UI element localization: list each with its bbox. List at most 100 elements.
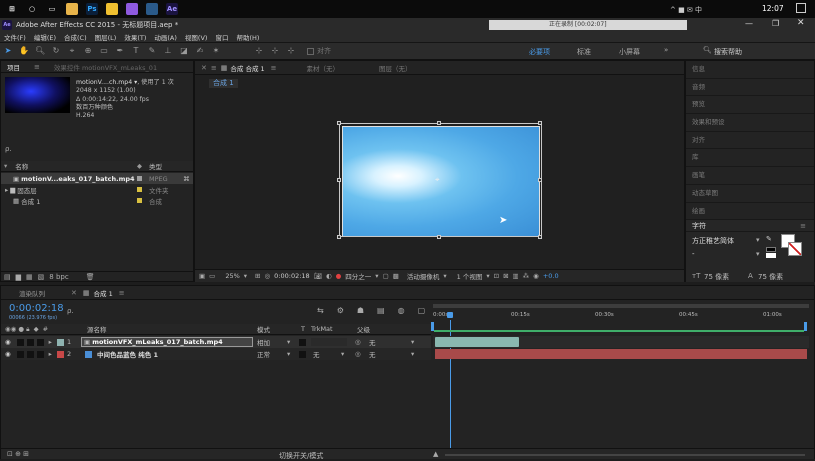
trkmat-arrow-icon[interactable]: ▾ [341,350,344,358]
column-type[interactable]: 类型 [149,161,162,171]
delete-icon[interactable]: 🗑︎ [86,273,95,281]
panel-effects-presets[interactable]: 效果和预设 [686,114,814,132]
transform-handle[interactable] [538,121,542,125]
current-time[interactable]: 0:00:02:18 [9,303,64,314]
layer-parent[interactable]: 无 [369,337,376,347]
reset-exposure-icon[interactable]: ◉ [533,272,539,280]
roto-brush-tool-icon[interactable]: ✍ [195,46,205,56]
pan-behind-tool-icon[interactable]: ⊕ [83,46,93,56]
layer-row[interactable]: ◉ ▸ 1 ▣ motionVFX_mLeaks_017_batch.mp4 相… [1,336,431,348]
panel-info[interactable]: 信息 [686,61,814,79]
system-tray[interactable]: ^ ■ ✉ 中 [670,5,702,15]
menu-effect[interactable]: 效果(T) [124,32,146,42]
menu-icon[interactable]: ≡ [211,64,217,72]
after-effects-icon[interactable]: Ae [166,3,178,15]
parent-arrow-icon[interactable]: ▾ [411,350,414,358]
camera-tool-icon[interactable]: ⌖ [67,46,77,56]
time-ruler[interactable]: 0:00s 00:15s 00:30s 00:45s 01:00s [433,302,809,320]
menu-composition[interactable]: 合成(C) [64,32,87,42]
column-t[interactable]: T [301,325,305,333]
font-family-dropdown[interactable]: 方正稚艺简体 ▾ [692,236,762,246]
white-swatch[interactable] [766,253,776,259]
axis-world-icon[interactable]: ⊹ [270,46,280,56]
style-dropdown-arrow-icon[interactable]: ▾ [756,250,760,258]
clone-stamp-tool-icon[interactable]: ⊥ [163,46,173,56]
mode-arrow-icon[interactable]: ▾ [287,350,290,358]
expand-arrow-icon[interactable]: ▸ [49,338,52,346]
transform-handle[interactable] [337,235,341,239]
search-help-label[interactable]: 搜索帮助 [714,47,742,57]
tab-comp-1[interactable]: 合成 1 [94,288,113,298]
transform-handle[interactable] [337,121,341,125]
workspace-essentials[interactable]: 必要项 [529,47,550,57]
font-size-value[interactable]: 75 像素 [704,272,729,282]
panel-align[interactable]: 对齐 [686,132,814,150]
menu-window[interactable]: 窗口 [215,32,228,42]
shy-layers-icon[interactable]: ☗ [357,306,364,315]
camera-dropdown[interactable]: 活动摄像机 [407,271,440,281]
zoom-slider[interactable] [445,454,805,456]
character-menu-icon[interactable]: ≡ [800,220,806,232]
panel-libraries[interactable]: 库 [686,149,814,168]
tab-menu-icon[interactable]: ≡ [119,289,125,297]
transparency-grid-icon[interactable]: ▩ [393,272,399,280]
layer-trkmat[interactable]: 无 [313,349,320,359]
layer-label-color[interactable] [56,350,64,358]
rotate-tool-icon[interactable]: ↻ [51,46,61,56]
transform-handle[interactable] [437,121,441,125]
column-trkmat[interactable]: TrkMat [311,325,333,333]
app-icon-3[interactable] [146,3,158,15]
layer-name-box[interactable]: ▣ motionVFX_mLeaks_017_batch.mp4 [81,337,253,347]
font-dropdown-arrow-icon[interactable]: ▾ [756,236,760,244]
work-area-bar[interactable] [433,304,809,308]
bpc-label[interactable]: 8 bpc [49,273,68,281]
close-tab-icon[interactable]: ✕ [201,64,207,72]
new-composition-icon[interactable]: ▦ [26,273,33,281]
menu-edit[interactable]: 编辑(E) [34,32,56,42]
fast-preview-icon[interactable]: ⊠ [503,272,508,280]
mask-visibility-icon[interactable]: ◎ [264,272,270,280]
hand-tool-icon[interactable]: ✋ [19,46,29,56]
app-icon-1[interactable] [106,3,118,15]
snapshot-icon[interactable]: 📷︎ [314,272,322,280]
preserve-transparency-box[interactable] [299,350,306,358]
project-search-input[interactable]: ρ. [5,145,12,153]
menu-file[interactable]: 文件(F) [4,32,26,42]
comp-flowchart-icon[interactable]: ⁂ [523,272,530,280]
menu-view[interactable]: 视图(V) [185,32,208,42]
expand-arrow-icon[interactable]: ▸ [49,350,52,358]
anchor-point-icon[interactable]: ⌖ [435,175,440,185]
tab-menu-icon[interactable]: ≡ [34,63,40,71]
region-of-interest-icon[interactable]: ▢ [383,272,389,280]
brush-tool-icon[interactable]: ✎ [147,46,157,56]
parent-pickwhip-icon[interactable]: ◎ [355,338,361,346]
axis-view-icon[interactable]: ⊹ [286,46,296,56]
project-item[interactable]: ▦ 合成 1 合成 [1,195,193,206]
frame-blending-icon[interactable]: ▤ [377,306,385,315]
black-swatch[interactable] [766,247,776,253]
toggle-pixel-aspect-icon[interactable]: ⊡ [494,272,499,280]
app-icon-2[interactable] [126,3,138,15]
menu-help[interactable]: 帮助(H) [236,32,259,42]
panel-paint[interactable]: 绘画 [686,203,814,221]
layer-parent[interactable]: 无 [369,349,376,359]
selection-tool-icon[interactable]: ➤ [3,46,13,56]
search-icon[interactable]: ○ [26,3,38,15]
resolution-arrow-icon[interactable]: ▾ [375,272,378,280]
axis-icon[interactable]: ⊹ [254,46,264,56]
layer-mode[interactable]: 相加 [257,337,270,347]
audio-toggle-icon[interactable] [16,338,24,346]
minimize-button[interactable]: — [745,19,753,28]
clock[interactable]: 12:07 [762,4,784,13]
leading-value[interactable]: 75 像素 [758,272,783,282]
zoom-dropdown[interactable]: 25% [225,272,239,280]
viewer-timecode[interactable]: 0:00:02:18 [274,272,310,280]
composition-mini-flowchart-icon[interactable]: ⇆ [317,306,324,315]
zoom-out-icon[interactable]: ▲ [433,450,438,458]
workspace-standard[interactable]: 标准 [577,47,591,57]
menu-layer[interactable]: 图层(L) [95,32,117,42]
workspace-small-screen[interactable]: 小屏幕 [619,47,640,57]
panel-preview[interactable]: 预览 [686,96,814,115]
column-source-name[interactable]: 源名称 [87,324,107,334]
restore-button[interactable]: ❐ [772,19,779,28]
